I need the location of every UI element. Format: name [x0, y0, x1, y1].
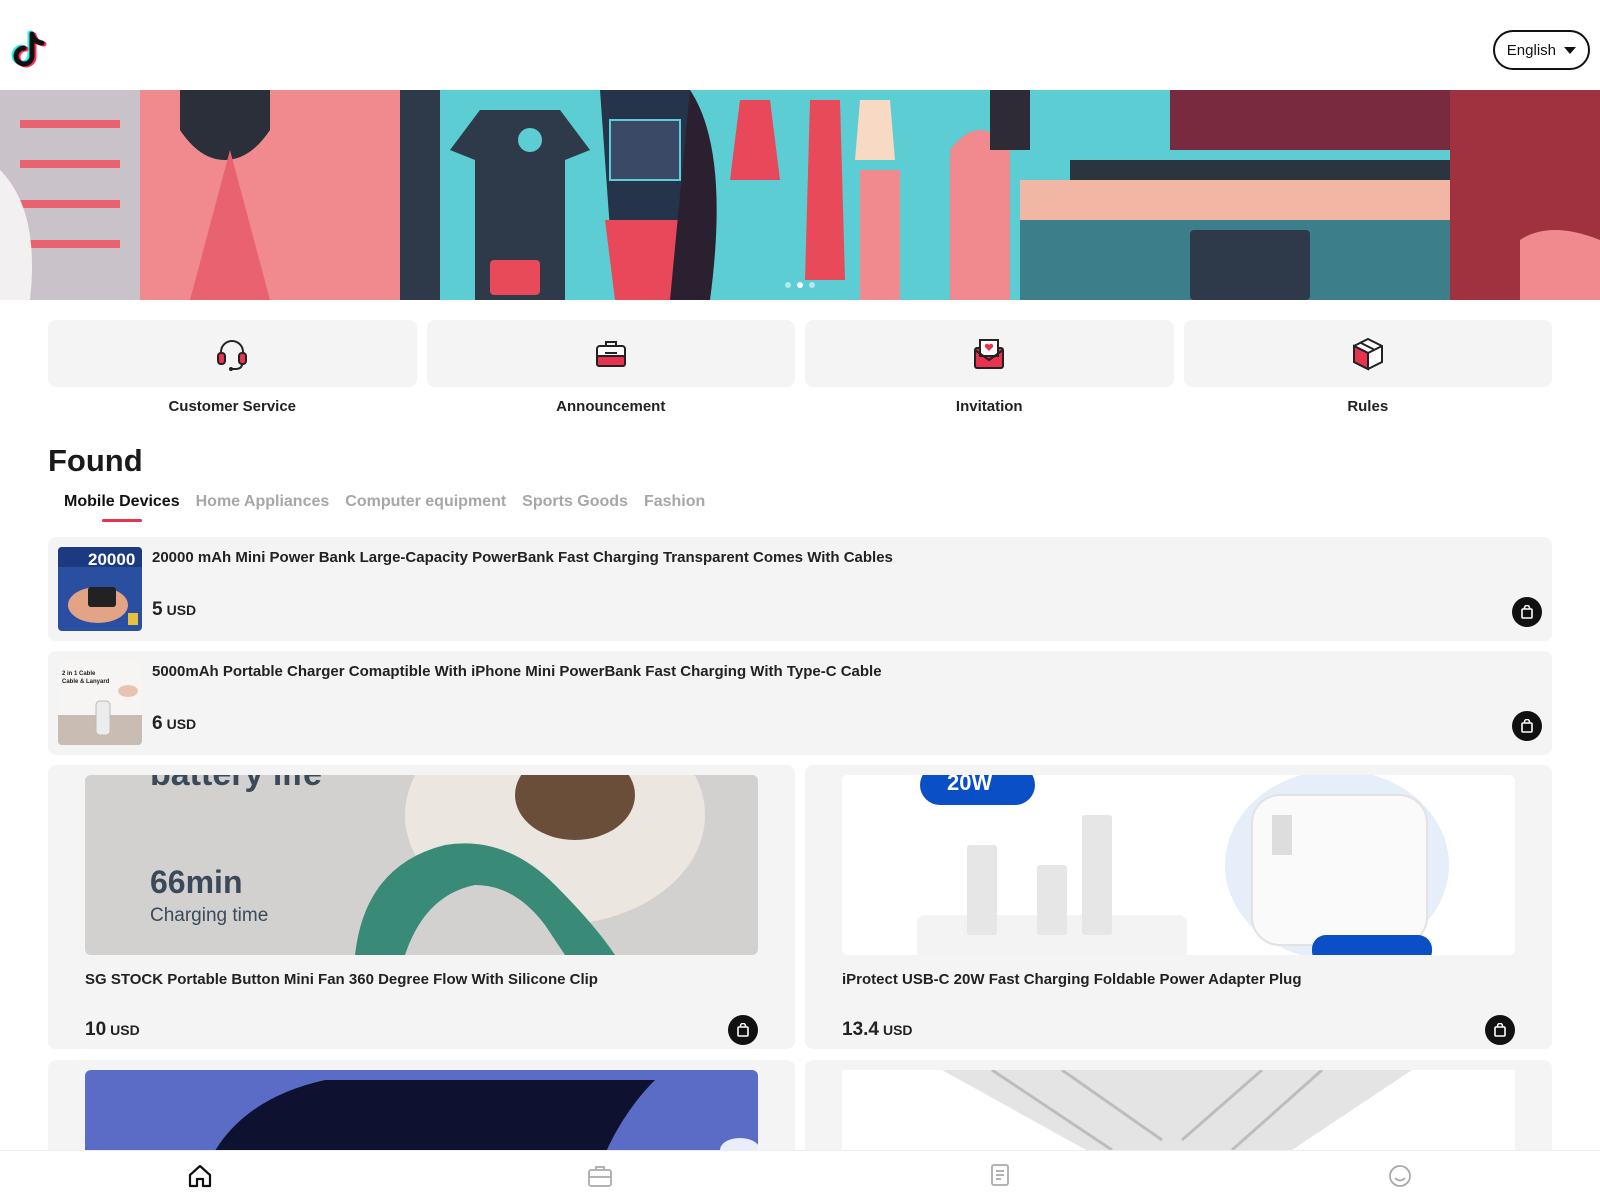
add-to-cart-button[interactable] [1512, 597, 1542, 627]
product-image [842, 1070, 1515, 1160]
briefcase-icon [595, 340, 626, 367]
price-currency: USD [166, 716, 197, 732]
quick-link-box [805, 320, 1174, 387]
product-thumbnail: 2 in 1 Cable Cable & Lanyard [58, 661, 142, 745]
caret-down-icon [1564, 46, 1576, 54]
quick-link-box [48, 320, 417, 387]
shopping-bag-icon [737, 1023, 749, 1037]
quick-link-box [426, 320, 795, 387]
tab-sports-goods[interactable]: Sports Goods [514, 494, 636, 528]
product-card[interactable]: battery life 66min Charging time SG STOC… [48, 765, 795, 1049]
product-title: 20000 mAh Mini Power Bank Large-Capacity… [152, 549, 893, 566]
product-image: battery life 66min Charging time [85, 775, 758, 955]
product-title: 5000mAh Portable Charger Comaptible With… [152, 663, 882, 680]
home-icon [188, 1164, 212, 1187]
product-title: iProtect USB-C 20W Fast Charging Foldabl… [842, 971, 1302, 988]
quick-link-rules[interactable]: Rules [1183, 320, 1552, 420]
quick-link-label: Rules [1347, 398, 1389, 415]
add-to-cart-button[interactable] [1512, 711, 1542, 741]
shopping-bag-icon [1494, 1023, 1506, 1037]
image-big-text: 66min [150, 864, 242, 900]
product-price: 10 USD [85, 1019, 140, 1041]
shopping-bag-icon [1521, 719, 1533, 733]
tab-home-appliances[interactable]: Home Appliances [188, 494, 338, 528]
shop-illustration [0, 90, 1600, 300]
pagination-dot-active[interactable] [797, 282, 803, 288]
quick-link-label: Invitation [955, 398, 1023, 415]
nav-orders[interactable] [800, 1151, 1200, 1200]
price-value: 10 [85, 1019, 107, 1040]
tab-computer-equipment[interactable]: Computer equipment [337, 494, 514, 528]
bottom-navigation [0, 1150, 1600, 1200]
product-image: 20W [842, 775, 1515, 955]
headset-icon [217, 339, 248, 371]
price-value: 13.4 [842, 1019, 879, 1040]
price-currency: USD [166, 602, 197, 618]
product-thumbnail: 20000 [58, 547, 142, 631]
header: English [0, 0, 1600, 90]
pagination-dot[interactable] [785, 282, 791, 288]
quick-link-label: Announcement [556, 398, 666, 415]
product-card[interactable]: 20000 20000 mAh Mini Power Bank Large-Ca… [48, 537, 1552, 641]
nav-store[interactable] [400, 1151, 800, 1200]
thumbnail-text: 20000 [88, 550, 135, 569]
hero-banner[interactable] [0, 90, 1600, 300]
nav-home[interactable] [0, 1151, 400, 1200]
shopping-bag-icon [1521, 605, 1533, 619]
language-label: English [1506, 41, 1556, 59]
quick-link-announcement[interactable]: Announcement [426, 320, 795, 420]
image-badge-text: 20W [947, 775, 992, 795]
tiktok-logo-icon[interactable] [10, 28, 50, 72]
quick-link-label: Customer Service [168, 398, 297, 415]
banner-pagination [0, 282, 1600, 288]
language-selector[interactable]: English [1492, 30, 1590, 70]
price-value: 6 [152, 713, 163, 734]
price-currency: USD [110, 1022, 140, 1038]
briefcase-icon [588, 1165, 612, 1187]
category-tabs: Mobile Devices Home Appliances Computer … [48, 494, 713, 534]
price-currency: USD [882, 1022, 913, 1038]
tab-mobile-devices[interactable]: Mobile Devices [48, 494, 188, 528]
product-card[interactable] [48, 1060, 795, 1160]
orders-icon [991, 1163, 1009, 1186]
profile-icon [1389, 1164, 1411, 1187]
product-card[interactable] [805, 1060, 1552, 1160]
mail-heart-icon [974, 338, 1005, 369]
pagination-dot[interactable] [809, 282, 815, 288]
quick-link-box [1183, 320, 1552, 387]
image-top-text: battery life [150, 775, 322, 793]
product-price: 6 USD [152, 713, 196, 735]
add-to-cart-button[interactable] [1485, 1015, 1515, 1045]
add-to-cart-button[interactable] [728, 1015, 758, 1045]
image-small-text: Charging time [150, 905, 268, 926]
app-root: English Customer Service Announcement In… [0, 0, 1600, 1200]
price-value: 5 [152, 599, 163, 620]
section-title: Found [48, 443, 143, 478]
product-card[interactable]: 2 in 1 Cable Cable & Lanyard 5000mAh Port… [48, 651, 1552, 755]
quick-link-invitation[interactable]: Invitation [805, 320, 1174, 420]
tab-fashion[interactable]: Fashion [636, 494, 713, 528]
nav-profile[interactable] [1200, 1151, 1600, 1200]
product-price: 13.4 USD [842, 1019, 913, 1041]
product-image [85, 1070, 758, 1160]
box-icon [1352, 337, 1383, 371]
product-price: 5 USD [152, 599, 196, 621]
quick-link-customer-service[interactable]: Customer Service [48, 320, 417, 420]
quick-links: Customer Service Announcement Invitation… [48, 320, 1552, 420]
product-card[interactable]: 20W iProtect USB-C 20W Fast Charging Fol… [805, 765, 1552, 1049]
product-title: SG STOCK Portable Button Mini Fan 360 De… [85, 971, 598, 988]
